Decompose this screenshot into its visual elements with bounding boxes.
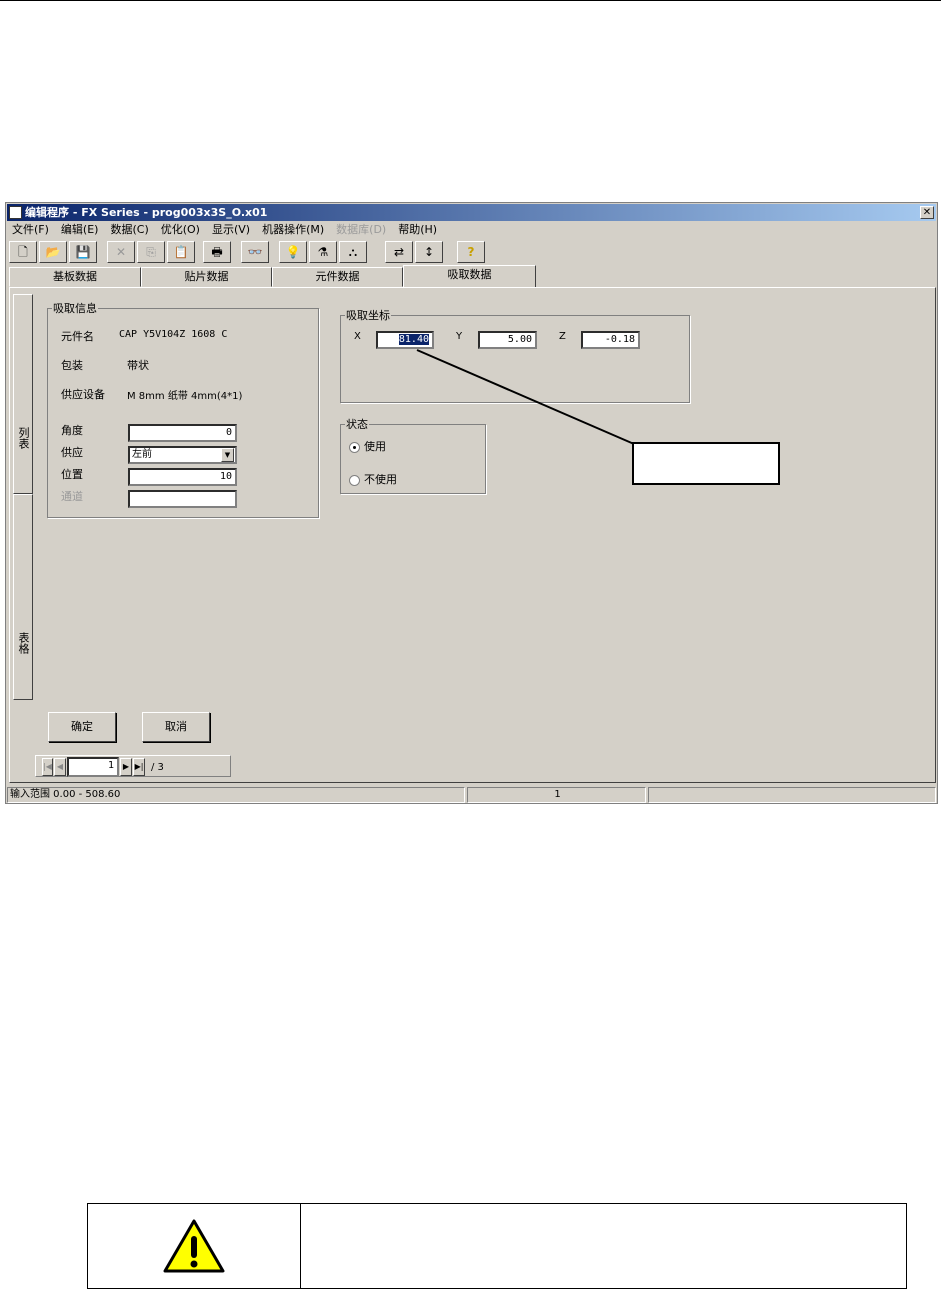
warning-text-cell: [301, 1204, 906, 1288]
callout-line: [416, 349, 635, 445]
warning-icon: [163, 1219, 225, 1273]
callout-box: [632, 442, 780, 485]
warning-table: [87, 1203, 907, 1289]
warning-icon-cell: [88, 1204, 301, 1288]
